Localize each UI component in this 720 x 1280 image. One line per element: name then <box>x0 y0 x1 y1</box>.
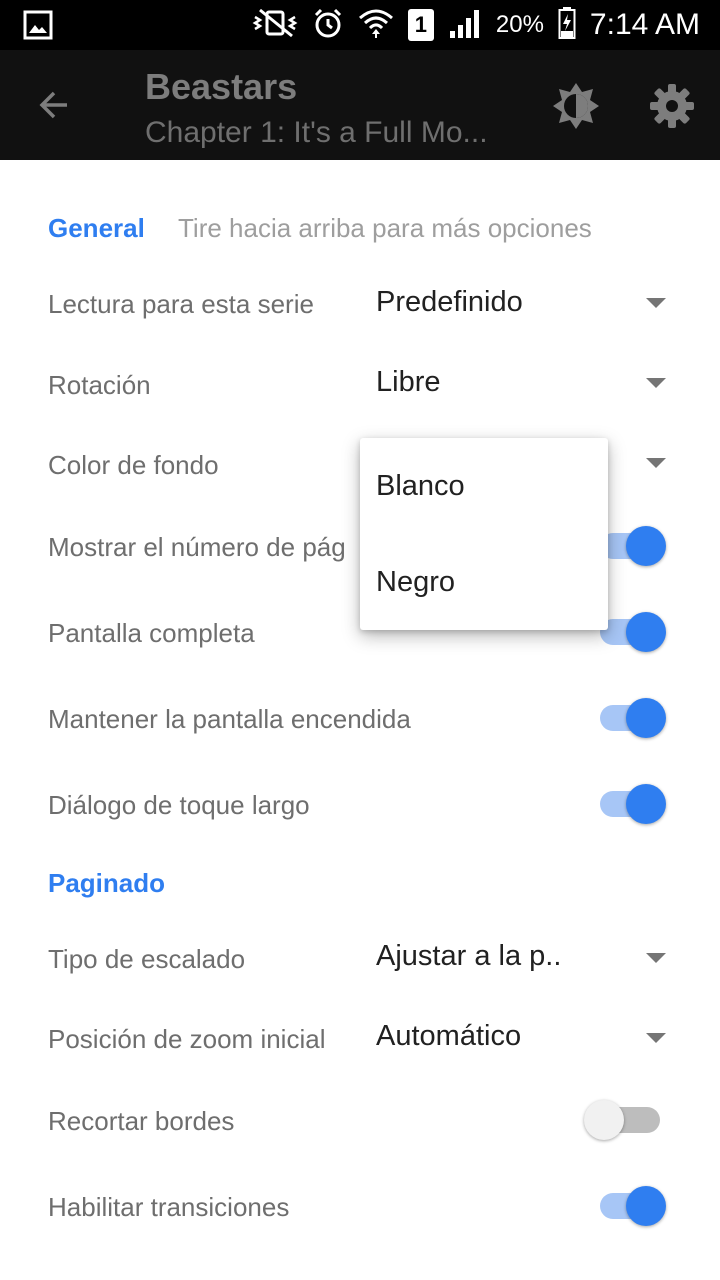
switch-thumb <box>626 698 666 738</box>
alarm-icon <box>312 7 344 44</box>
fullscreen-toggle[interactable] <box>600 610 666 654</box>
chevron-down-icon[interactable] <box>646 1033 666 1043</box>
section-general-title: General <box>48 213 145 243</box>
transitions-toggle[interactable] <box>600 1184 666 1228</box>
keep-screen-on-label: Mantener la pantalla encendida <box>48 704 411 734</box>
crop-borders-label: Recortar bordes <box>48 1106 235 1136</box>
sim-number: 1 <box>414 12 427 37</box>
show-page-number-toggle[interactable] <box>600 524 666 568</box>
status-icons: 1 20% 7:14 AM <box>252 0 700 50</box>
switch-thumb <box>626 612 666 652</box>
switch-thumb <box>626 784 666 824</box>
brightness-icon[interactable] <box>550 80 602 132</box>
clock: 7:14 AM <box>589 8 700 41</box>
chapter-title: Chapter 1: It's a Full Mo... <box>145 116 488 149</box>
swipe-hint: Tire hacia arriba para más opciones <box>178 213 592 243</box>
zoom-start-label: Posición de zoom inicial <box>48 1024 326 1054</box>
image-icon <box>22 0 54 50</box>
signal-icon <box>448 7 482 44</box>
long-tap-dialog-toggle[interactable] <box>600 782 666 826</box>
background-color-dropdown: Blanco Negro <box>360 438 608 630</box>
long-tap-dialog-label: Diálogo de toque largo <box>48 790 310 820</box>
scale-type-label: Tipo de escalado <box>48 944 246 974</box>
switch-thumb <box>626 1186 666 1226</box>
fullscreen-label: Pantalla completa <box>48 618 255 648</box>
chevron-down-icon[interactable] <box>646 953 666 963</box>
crop-borders-toggle[interactable] <box>584 1098 666 1142</box>
zoom-start-value[interactable]: Automático <box>376 1020 521 1053</box>
transitions-label: Habilitar transiciones <box>48 1192 290 1222</box>
switch-thumb <box>626 526 666 566</box>
manga-title: Beastars <box>145 66 298 107</box>
rotation-value[interactable]: Libre <box>376 366 441 399</box>
background-color-label: Color de fondo <box>48 450 219 480</box>
vibrate-mute-icon <box>252 8 298 43</box>
show-page-number-label: Mostrar el número de pág <box>48 532 346 562</box>
section-paged-title: Paginado <box>48 868 166 898</box>
chevron-down-icon[interactable] <box>646 458 666 468</box>
dropdown-option-blanco[interactable]: Blanco <box>360 438 608 534</box>
sim-1-icon: 1 <box>407 9 434 41</box>
chevron-down-icon[interactable] <box>646 378 666 388</box>
arrow-back-icon[interactable] <box>30 80 80 130</box>
switch-thumb <box>584 1100 624 1140</box>
gear-icon[interactable] <box>646 80 698 132</box>
reading-mode-label: Lectura para esta serie <box>48 289 314 319</box>
scale-type-value[interactable]: Ajustar a la p.. <box>376 940 561 973</box>
dropdown-option-negro[interactable]: Negro <box>360 534 608 630</box>
keep-screen-on-toggle[interactable] <box>600 696 666 740</box>
chevron-down-icon[interactable] <box>646 298 666 308</box>
status-bar: 1 20% 7:14 AM <box>0 0 720 50</box>
battery-charging-icon <box>558 6 576 44</box>
toolbar: Beastars Chapter 1: It's a Full Mo... <box>0 50 720 160</box>
reading-mode-value[interactable]: Predefinido <box>376 286 523 319</box>
battery-percent: 20% <box>495 11 544 38</box>
wifi-icon <box>358 7 394 44</box>
rotation-label: Rotación <box>48 370 151 400</box>
